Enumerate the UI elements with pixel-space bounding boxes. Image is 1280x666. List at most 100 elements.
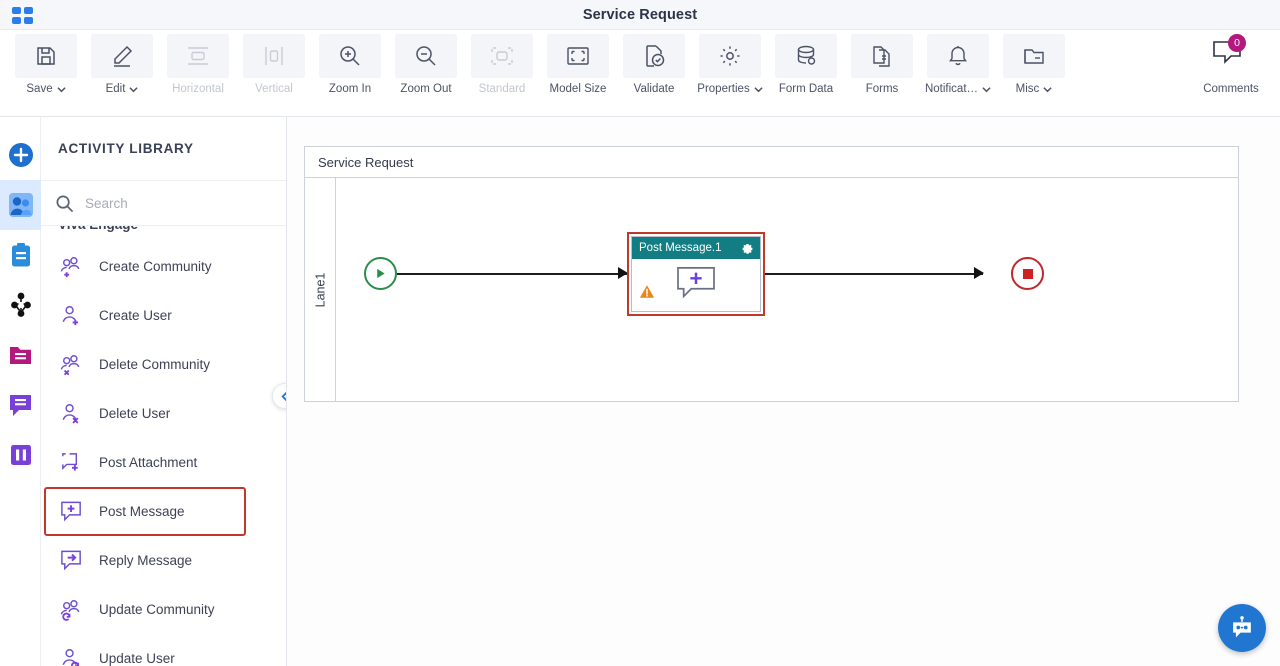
model-size-icon	[547, 34, 609, 78]
toolbar-button-standard[interactable]: Standard	[464, 34, 540, 112]
toolbar-button-edit[interactable]: Edit	[84, 34, 160, 112]
toolbar-button-model-size[interactable]: Model Size	[540, 34, 616, 112]
activity-item-delete-community[interactable]: Delete Community	[41, 340, 286, 389]
search-input[interactable]	[85, 195, 255, 211]
warning-triangle-icon	[639, 284, 655, 304]
play-triangle-icon	[377, 268, 385, 279]
toolbar-button-notifications[interactable]: Notificat…	[920, 34, 996, 112]
activity-item-delete-user[interactable]: Delete User	[41, 389, 286, 438]
end-event-node[interactable]	[1011, 257, 1044, 290]
toolbar-button-form-data[interactable]: Form Data	[768, 34, 844, 112]
process-nodes-icon	[10, 292, 31, 317]
lane-body: Post Message.1	[336, 178, 1238, 401]
bell-icon	[927, 34, 989, 78]
activity-item-reply-message[interactable]: Reply Message	[41, 536, 286, 585]
rail-item-community[interactable]	[0, 180, 41, 230]
toolbar-label: Properties	[697, 83, 750, 95]
gear-icon	[699, 34, 761, 78]
toolbar-label: Form Data	[778, 83, 834, 95]
create-user-icon	[58, 303, 85, 328]
window-titlebar: Service Request	[0, 0, 1280, 30]
lane-label: Lane1	[313, 272, 328, 308]
activity-item-create-user[interactable]: Create User	[41, 291, 286, 340]
clipboard-icon	[11, 243, 30, 267]
comment-bubble-icon-wrapper: 0	[1200, 34, 1262, 78]
diagram-canvas[interactable]: Service Request Lane1 Post Message.1	[287, 117, 1280, 666]
main-toolbar: Save Edit Horizontal Vertical Zoom In Zo…	[0, 30, 1280, 117]
pool-title: Service Request	[305, 147, 1238, 178]
toolbar-label: Standard	[478, 83, 526, 95]
task-name: Post Message.1	[639, 242, 722, 254]
chevron-down-icon[interactable]	[129, 85, 139, 94]
rail-item-add[interactable]	[0, 130, 41, 180]
zoom-out-icon	[395, 34, 457, 78]
search-icon[interactable]	[55, 194, 74, 213]
horizontal-layout-icon	[167, 34, 229, 78]
rail-item-chat[interactable]	[0, 380, 41, 430]
toolbar-button-zoom-out[interactable]: Zoom Out	[388, 34, 464, 112]
toolbar-button-properties[interactable]: Properties	[692, 34, 768, 112]
activity-item-create-community[interactable]: Create Community	[41, 242, 286, 291]
toolbar-button-misc[interactable]: Misc	[996, 34, 1072, 112]
toolbar-button-vertical[interactable]: Vertical	[236, 34, 312, 112]
rail-item-folder[interactable]	[0, 330, 41, 380]
toolbar-label: Validate	[633, 83, 675, 95]
activity-library-header: ACTIVITY LIBRARY	[41, 117, 286, 181]
chevron-down-icon[interactable]	[1043, 85, 1052, 94]
activity-item-post-attachment[interactable]: Post Attachment	[41, 438, 286, 487]
activity-item-label: Create User	[99, 308, 172, 323]
assistant-fab-button[interactable]	[1218, 604, 1266, 652]
chevron-down-icon[interactable]	[754, 85, 763, 94]
gear-icon[interactable]	[741, 242, 754, 255]
rail-item-clipboard[interactable]	[0, 230, 41, 280]
database-icon	[775, 34, 837, 78]
activity-item-update-community[interactable]: Update Community	[41, 585, 286, 634]
save-disk-icon	[15, 34, 77, 78]
toolbar-button-comments[interactable]: 0 Comments	[1188, 34, 1274, 112]
left-icon-rail	[0, 117, 41, 666]
toolbar-label: Notificat…	[924, 83, 979, 95]
validate-check-icon	[623, 34, 685, 78]
activity-item-label: Post Attachment	[99, 455, 198, 470]
toolbar-label: Model Size	[549, 83, 607, 95]
robot-assistant-icon	[1233, 616, 1251, 638]
sequence-flow-1	[397, 273, 627, 275]
chevron-down-icon[interactable]	[982, 85, 991, 94]
rail-item-columns[interactable]	[0, 430, 41, 480]
activity-item-label: Post Message	[99, 504, 185, 519]
columns-icon	[10, 445, 31, 465]
search-bar	[41, 181, 286, 226]
zoom-in-icon	[319, 34, 381, 78]
toolbar-button-zoom-in[interactable]: Zoom In	[312, 34, 388, 112]
activity-library-title: ACTIVITY LIBRARY	[58, 141, 194, 156]
add-icon	[8, 143, 33, 167]
stop-square-icon	[1022, 268, 1033, 279]
start-event-node[interactable]	[364, 257, 397, 290]
post-message-bubble-icon	[676, 266, 716, 307]
toolbar-label: Zoom In	[328, 83, 372, 95]
pencil-edit-icon	[91, 34, 153, 78]
chevron-left-icon	[280, 390, 286, 402]
page-title: Service Request	[582, 6, 698, 23]
rail-item-process-nodes[interactable]	[0, 280, 41, 330]
waffle-grid-icon[interactable]	[12, 7, 34, 24]
activity-item-label: Update Community	[99, 602, 215, 617]
update-user-icon	[58, 646, 85, 666]
toolbar-label: Forms	[865, 83, 899, 95]
vertical-layout-icon	[243, 34, 305, 78]
task-node-post-message[interactable]: Post Message.1	[627, 232, 765, 316]
delete-user-icon	[58, 401, 85, 426]
create-community-icon	[58, 254, 85, 279]
toolbar-button-forms[interactable]: Forms	[844, 34, 920, 112]
activity-item-update-user[interactable]: Update User	[41, 634, 286, 666]
toolbar-button-horizontal[interactable]: Horizontal	[160, 34, 236, 112]
delete-community-icon	[58, 352, 85, 377]
toolbar-button-save[interactable]: Save	[8, 34, 84, 112]
toolbar-label: Zoom Out	[400, 83, 452, 95]
activity-item-post-message[interactable]: Post Message	[44, 487, 246, 536]
chevron-down-icon[interactable]	[57, 85, 66, 94]
toolbar-button-validate[interactable]: Validate	[616, 34, 692, 112]
activity-item-label: Delete User	[99, 406, 171, 421]
task-header: Post Message.1	[632, 237, 760, 259]
folder-minus-icon	[1003, 34, 1065, 78]
